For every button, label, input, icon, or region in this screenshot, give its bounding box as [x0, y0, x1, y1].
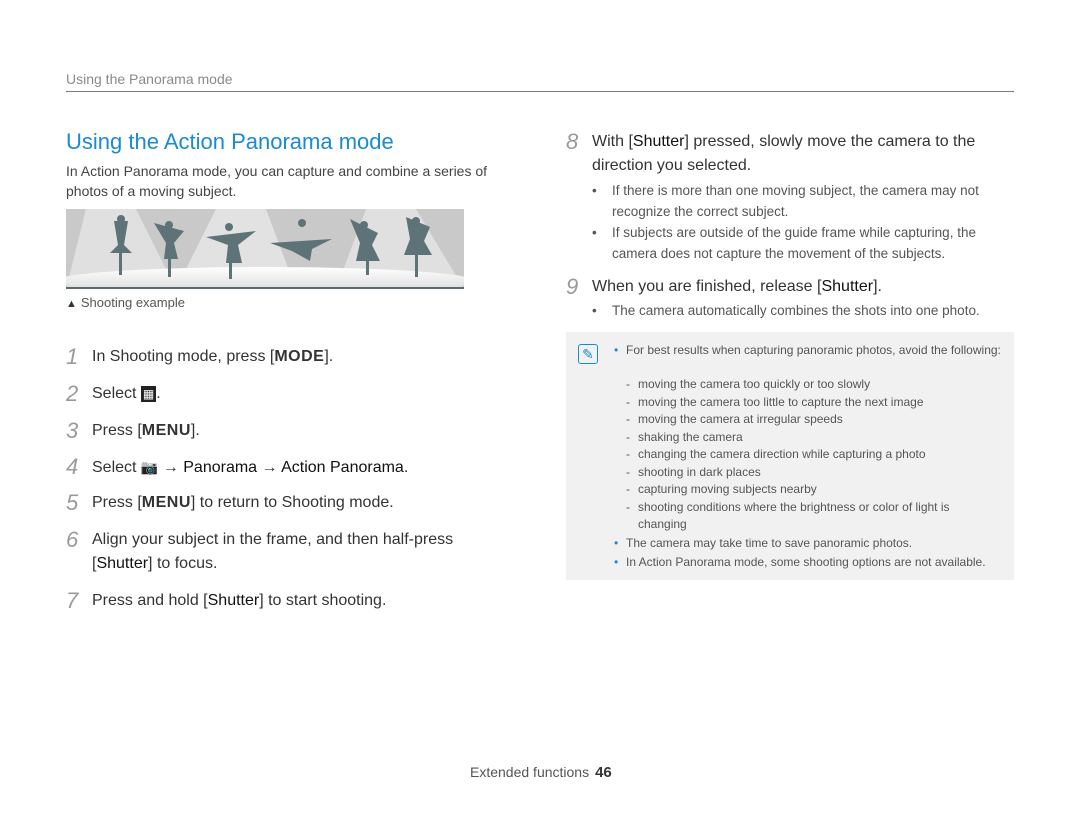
menu-key: MENU	[141, 494, 191, 511]
menu-key: MENU	[141, 422, 191, 439]
header-divider	[66, 91, 1014, 92]
camera-icon: 📷	[140, 459, 159, 475]
menu-panorama: Panorama	[183, 459, 258, 476]
shooting-example-image	[66, 209, 464, 289]
action-panorama-mode-icon: ▦	[140, 386, 157, 402]
caption-triangle-icon: ▲	[66, 298, 77, 310]
page-title: Using the Action Panorama mode	[66, 129, 394, 154]
menu-action-panorama: Action Panorama	[281, 459, 404, 476]
intro-paragraph: In Action Panorama mode, you can capture…	[66, 163, 488, 199]
dancer-silhouettes-illustration	[66, 209, 464, 289]
shutter-key: Shutter	[207, 592, 260, 609]
shutter-key: Shutter	[632, 133, 685, 150]
note-icon: ✎	[578, 344, 598, 364]
caption-text: Shooting example	[80, 295, 185, 310]
section-header: Using the Panorama mode	[66, 71, 233, 87]
note-box: ✎ • For best results when capturing panor…	[566, 332, 1014, 580]
image-caption: ▲ Shooting example	[66, 295, 185, 310]
page-footer: Extended functions 46	[470, 764, 612, 781]
footer-label: Extended functions	[470, 764, 590, 780]
shutter-key: Shutter	[821, 278, 874, 295]
page-number: 46	[595, 764, 612, 781]
shutter-key: Shutter	[96, 555, 149, 572]
mode-key: MODE	[274, 348, 325, 365]
